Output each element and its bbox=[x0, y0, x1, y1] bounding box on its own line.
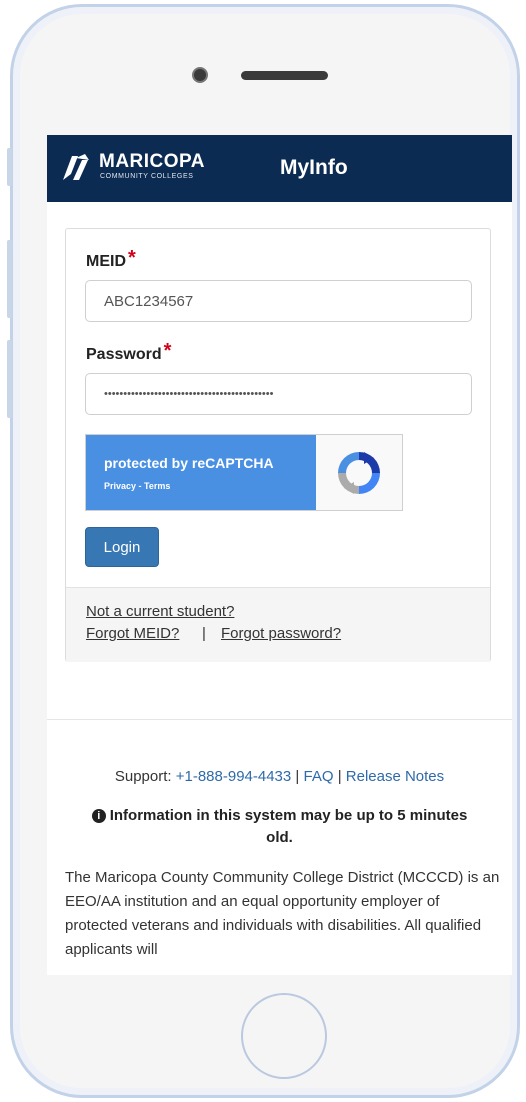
not-current-student-link[interactable]: Not a current student? bbox=[86, 603, 234, 620]
maricopa-logo-icon bbox=[63, 154, 89, 180]
support-phone-link[interactable]: +1-888-994-4433 bbox=[176, 768, 292, 785]
required-asterisk: * bbox=[163, 340, 172, 362]
side-button-volume-up bbox=[7, 240, 12, 318]
login-button[interactable]: Login bbox=[85, 527, 159, 567]
speaker-grille bbox=[241, 71, 328, 80]
logo-subtitle: COMMUNITY COLLEGES bbox=[100, 173, 194, 180]
password-input[interactable]: ••••••••••••••••••••••••••••••••••••••••… bbox=[85, 373, 472, 415]
side-button-mute bbox=[7, 148, 12, 186]
recaptcha-title: protected by reCAPTCHA bbox=[104, 455, 274, 471]
side-button-volume-down bbox=[7, 340, 12, 418]
recaptcha-links[interactable]: Privacy - Terms bbox=[104, 481, 170, 491]
app-title: MyInfo bbox=[280, 156, 348, 179]
legal-text: The Maricopa County Community College Di… bbox=[65, 869, 500, 958]
forgot-password-link[interactable]: Forgot password? bbox=[221, 625, 341, 642]
required-asterisk: * bbox=[128, 247, 136, 269]
info-circle-icon: i bbox=[91, 809, 106, 823]
faq-link[interactable]: FAQ bbox=[304, 768, 334, 785]
phone-screen: MARICOPA COMMUNITY COLLEGES MyInfo MEID *… bbox=[47, 135, 512, 975]
camera-icon bbox=[192, 67, 208, 83]
password-label: Password * bbox=[86, 340, 172, 365]
recaptcha-badge[interactable]: protected by reCAPTCHA Privacy - Terms bbox=[85, 434, 403, 511]
meid-label-text: MEID bbox=[86, 253, 126, 270]
info-text: Information in this system may be up to … bbox=[109, 807, 468, 846]
panel-footer: Not a current student? Forgot MEID? | Fo… bbox=[66, 587, 490, 662]
support-line: Support: +1-888-994-4433 | FAQ | Release… bbox=[47, 768, 512, 785]
home-button[interactable] bbox=[241, 993, 327, 1079]
info-notice: i Information in this system may be up to… bbox=[77, 805, 482, 849]
section-divider bbox=[47, 719, 512, 720]
login-panel: MEID* Password* ••••••••••••••••••••••••… bbox=[65, 228, 491, 662]
password-label-text: Password bbox=[86, 346, 162, 363]
meid-input[interactable] bbox=[85, 280, 472, 322]
logo-name: MARICOPA bbox=[99, 151, 206, 172]
support-separator: | bbox=[295, 768, 300, 785]
support-separator: | bbox=[337, 768, 342, 785]
forgot-meid-link[interactable]: Forgot MEID? bbox=[86, 625, 179, 642]
meid-label: MEID * bbox=[86, 247, 136, 272]
release-notes-link[interactable]: Release Notes bbox=[346, 768, 444, 785]
app-header: MARICOPA COMMUNITY COLLEGES MyInfo bbox=[47, 135, 512, 202]
recaptcha-text-area: protected by reCAPTCHA Privacy - Terms bbox=[86, 435, 316, 510]
link-separator: | bbox=[202, 625, 206, 642]
support-label: Support: bbox=[114, 768, 172, 785]
recaptcha-icon bbox=[338, 452, 380, 494]
